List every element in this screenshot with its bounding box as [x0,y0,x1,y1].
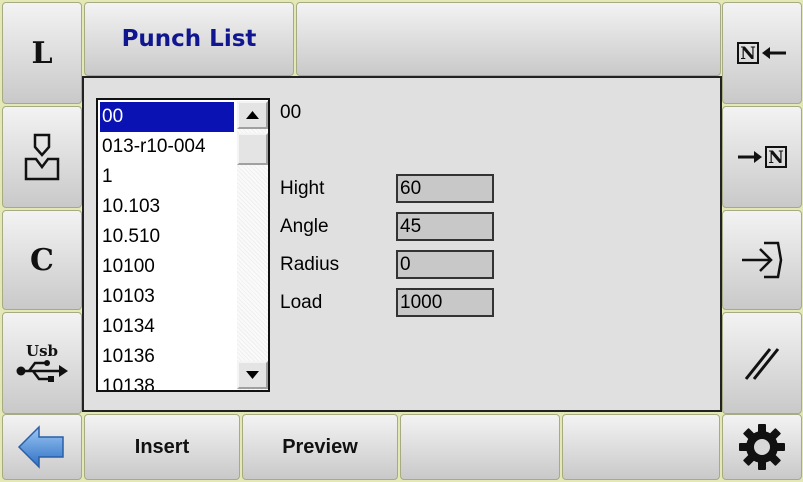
insert-button[interactable]: Insert [84,414,240,480]
hight-label: Hight [280,178,325,199]
sidebar-button-c[interactable]: C [2,210,82,310]
scroll-thumb[interactable] [237,133,268,165]
selected-punch-name: 00 [280,102,302,123]
gear-icon [739,424,785,470]
usb-label: Usb [25,342,58,360]
parallel-lines-button[interactable] [722,312,802,414]
list-item[interactable]: 10.103 [100,192,234,222]
angle-label: Angle [280,216,329,237]
export-n-letter: N [768,148,784,168]
sidebar-label-l: L [31,35,53,71]
back-button[interactable] [2,414,82,480]
punch-listbox[interactable]: 00 013-r10-004 1 10.103 10.510 10100 10103 1013… [96,98,270,392]
empty-softkey-2[interactable] [562,414,720,480]
angle-value: 45 [396,212,494,241]
list-item[interactable]: 013-r10-004 [100,132,234,162]
sidebar-button-l[interactable]: L [2,2,82,104]
export-button[interactable]: N [722,106,802,208]
sidebar-button-usb[interactable]: Usb [2,312,82,414]
radius-value: 0 [396,250,494,279]
list-item[interactable]: 10.510 [100,222,234,252]
sidebar-label-c: C [30,242,54,278]
login-button[interactable] [722,210,802,310]
main-panel: 00 013-r10-004 1 10.103 10.510 10100 10103 1013… [82,76,722,412]
import-button[interactable]: N [722,2,802,104]
radius-label: Radius [280,254,340,275]
triangle-up-icon [246,111,259,119]
insert-label: Insert [134,435,190,458]
list-scrollbar[interactable] [237,101,268,390]
sidebar-button-punch-tool[interactable] [2,106,82,208]
back-arrow-icon [17,425,64,469]
punch-list-items: 00 013-r10-004 1 10.103 10.510 10100 10103 1013… [100,102,234,390]
usb-icon [16,360,68,382]
list-item[interactable]: 00 [100,102,234,132]
triangle-down-icon [246,371,259,379]
hight-value: 60 [396,174,494,203]
page-title: Punch List [121,26,257,52]
preview-label: Preview [282,435,358,458]
export-n-icon: N [738,146,787,168]
list-item[interactable]: 10103 [100,282,234,312]
empty-softkey-1[interactable] [400,414,560,480]
list-item[interactable]: 10134 [100,312,234,342]
list-item[interactable]: 1 [100,162,234,192]
scroll-up-button[interactable] [237,101,268,129]
preview-button[interactable]: Preview [242,414,398,480]
list-item[interactable]: 10138 [100,372,234,390]
import-n-icon: N [737,42,786,64]
login-arrow-icon [742,241,783,279]
import-n-letter: N [740,44,756,64]
load-label: Load [280,292,323,313]
page-title-tab: Punch List [84,2,294,76]
punch-tool-icon [24,133,60,181]
list-item[interactable]: 10100 [100,252,234,282]
header-blank-area [296,2,721,76]
list-item[interactable]: 10136 [100,342,234,372]
scroll-down-button[interactable] [237,361,268,389]
parallel-lines-icon [744,348,780,380]
load-value: 1000 [396,288,494,317]
settings-button[interactable] [722,414,802,480]
